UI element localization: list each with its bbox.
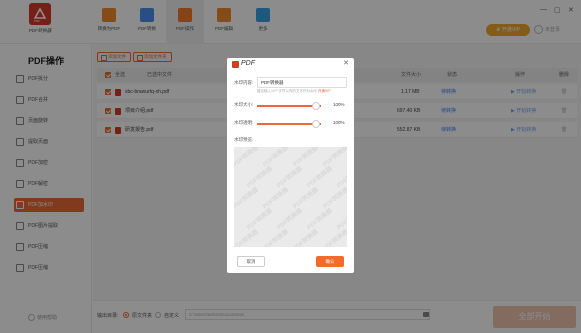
cancel-button[interactable]: 取消 — [237, 256, 265, 267]
watermark-dialog: PDF ✕ 水印内容: PDF转换器 建议输入10个字符以内的文字作为水印 开通… — [227, 58, 354, 273]
watermark-sample: PDF转换器 — [246, 166, 274, 190]
opacity-label: 水印透明: — [234, 120, 254, 125]
watermark-sample: PDF转换器 — [246, 208, 274, 232]
watermark-sample: PDF转换器 — [322, 229, 347, 247]
watermark-sample: PDF转换器 — [306, 166, 334, 190]
watermark-preview: PDF转换器 PDF转换器 PDF转换器 PDF转换器 PDF转换器 PDF转换器 PDF转… — [234, 147, 347, 247]
opacity-value: 100% — [333, 120, 345, 125]
dialog-header: PDF ✕ — [227, 58, 354, 72]
watermark-sample: PDF转换器 — [262, 229, 290, 247]
watermark-sample: PDF转换器 — [234, 229, 260, 247]
watermark-sample: PDF转换器 — [234, 147, 260, 169]
preview-label: 水印预览: — [234, 137, 254, 142]
size-label: 水印大小: — [234, 102, 254, 107]
size-value: 100% — [333, 102, 345, 107]
content-hint: 建议输入10个字符以内的文字作为水印 开通VIP — [257, 89, 331, 94]
opacity-slider-knob[interactable] — [311, 120, 320, 128]
watermark-sample: PDF转换器 — [292, 187, 320, 211]
watermark-sample: PDF转换器 — [276, 208, 304, 232]
watermark-sample: PDF转换器 — [262, 187, 290, 211]
watermark-sample: PDF转换器 — [276, 166, 304, 190]
watermark-sample: PDF转换器 — [306, 208, 334, 232]
content-label: 水印内容: — [234, 80, 254, 85]
watermark-text-input[interactable]: PDF转换器 — [257, 77, 347, 88]
pdf-logo-icon — [232, 61, 239, 68]
hint-text: 建议输入10个字符以内的文字作为水印 — [257, 89, 317, 93]
watermark-sample: PDF转换器 — [234, 187, 260, 211]
dialog-title: PDF — [241, 60, 255, 67]
vip-link[interactable]: 开通VIP — [318, 89, 331, 93]
watermark-sample: PDF转换器 — [292, 229, 320, 247]
confirm-button[interactable]: 确认 — [316, 256, 344, 267]
close-icon[interactable]: ✕ — [343, 59, 349, 67]
size-slider-knob[interactable] — [311, 102, 320, 110]
watermark-sample: PDF转换器 — [322, 187, 347, 211]
